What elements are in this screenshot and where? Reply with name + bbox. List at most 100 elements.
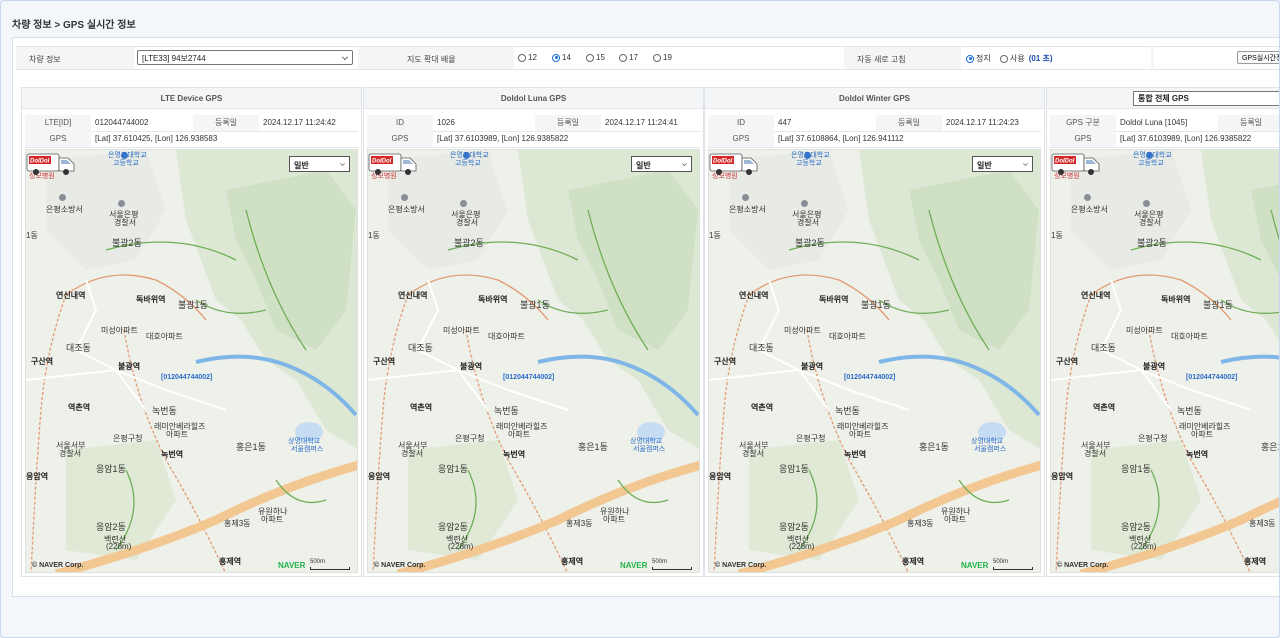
map-label-gusan: 구산역 xyxy=(1056,357,1079,366)
map-label-hongeun1: 홍은1동 xyxy=(1261,442,1279,452)
map-label-bulgwang1: 불광1동 xyxy=(520,300,550,310)
map-label-gusan: 구산역 xyxy=(31,357,54,366)
app-frame: 차량 정보 > GPS 실시간 정보 차량 정보 [LTE33] 94보2744… xyxy=(0,0,1280,638)
map-label-hongje: 홍제역 xyxy=(1244,557,1267,566)
map-label-eungam2: 응암2동 xyxy=(438,522,468,532)
truck-icon[interactable]: DolDol xyxy=(709,150,759,178)
truck-icon[interactable]: DolDol xyxy=(368,150,418,178)
map-label-yeonsinnae: 연신내역 xyxy=(56,291,86,300)
map-label-hongeun3: 홍제3동 xyxy=(907,519,934,528)
map-label-bulgwang2: 불광2동 xyxy=(795,238,825,248)
map-label-hongje: 홍제역 xyxy=(561,557,584,566)
gps-row: GPS [Lat] 37.610425, [Lon] 126.938583 xyxy=(25,131,358,148)
vehicle-select[interactable]: [LTE33] 94보2744 xyxy=(137,50,353,65)
map-copyright: © NAVER Corp. xyxy=(374,562,426,569)
naver-map[interactable]: 일반 적대제병원 성모병원 은명초대학교 고등학교 은평소방서 서울은평 경찰서… xyxy=(708,149,1041,573)
breadcrumb: 차량 정보 > GPS 실시간 정보 xyxy=(12,20,136,31)
map-label-eungam1: 응암1동 xyxy=(1121,464,1151,474)
chevron-down-icon xyxy=(1023,161,1028,166)
map-label-seobu2: 경찰서 xyxy=(59,449,82,458)
map-label-eunpyeong-office: 은평구청 xyxy=(1138,434,1168,443)
map-label-gusan: 구산역 xyxy=(714,357,737,366)
truck-icon[interactable]: DolDol xyxy=(1051,150,1101,178)
map-label-school2: 고등학교 xyxy=(1138,160,1164,167)
id-row: GPS 구분 Doldol Luna [1045] 등록일 xyxy=(1050,115,1279,132)
map-label-fire: 은평소방서 xyxy=(388,205,425,214)
map-copyright: © NAVER Corp. xyxy=(1057,562,1109,569)
gps-column-4: 통합 전체 GPS GPS 구분 Doldol Luna [1045] 등록일 … xyxy=(1046,87,1279,577)
fire-station-icon xyxy=(742,194,749,201)
date-value: 2024.12.17 11:24:42 xyxy=(263,118,336,127)
zoom-radio-15[interactable]: 15 xyxy=(586,53,605,62)
refresh-radio-stop[interactable]: 정지 xyxy=(966,53,991,64)
zoom-radio-19[interactable]: 19 xyxy=(653,53,672,62)
gps-label: GPS xyxy=(367,131,433,147)
map-label-daeho: 대호아파트 xyxy=(829,332,866,341)
truck-id-label: [012044744002] xyxy=(1186,374,1238,381)
map-type-select[interactable]: 일반 xyxy=(289,156,350,172)
map-label-eungam1: 응암1동 xyxy=(96,464,126,474)
chevron-down-icon xyxy=(342,54,348,60)
map-label-police2: 경찰서 xyxy=(114,218,137,227)
map-label-daejo: 대조동 xyxy=(1091,343,1116,353)
naver-map[interactable]: 일반 적대제병원 성모병원 은명초대학교 고등학교 은평소방서 서울은평 경찰서… xyxy=(1050,149,1279,573)
map-label-hongeun1: 홍은1동 xyxy=(919,442,949,452)
map-label-school2: 고등학교 xyxy=(796,160,822,167)
gps-label: GPS xyxy=(708,131,774,147)
police-icon xyxy=(118,200,125,207)
truck-id-label: [012044744002] xyxy=(844,374,896,381)
zoom-radio-12[interactable]: 12 xyxy=(518,53,537,62)
naver-map[interactable]: 일반 적대제병원 성모병원 은명초대학교 고등학교 은평소방서 서울은평 경찰서… xyxy=(367,149,700,573)
map-label-bulgwang: 불광역 xyxy=(801,362,824,371)
map-label-bulgwang2: 불광2동 xyxy=(454,238,484,248)
map-label-bulgwang2: 불광2동 xyxy=(1137,238,1167,248)
gps-realtime-button[interactable]: GPS실시간정보 xyxy=(1237,51,1279,64)
gps-row: GPS [Lat] 37.6103989, [Lon] 126.9385822 xyxy=(1050,131,1279,148)
map-label-hongje: 홍제역 xyxy=(902,557,925,566)
naver-map[interactable]: 일반 적대제병원 성모병원 은명초대학교 고등학교 은평소방서 서울은평 경찰서… xyxy=(25,149,358,573)
map-type-select[interactable]: 일반 xyxy=(631,156,692,172)
radio-checked-icon xyxy=(966,54,974,63)
zoom-radio-14[interactable]: 14 xyxy=(552,53,571,62)
map-label-bulgwang1: 불광1동 xyxy=(1203,300,1233,310)
gps-label: GPS xyxy=(1050,131,1116,147)
map-type-select[interactable]: 일반 xyxy=(972,156,1033,172)
map-label-daeho: 대호아파트 xyxy=(1171,332,1208,341)
map-label-daeho: 대호아파트 xyxy=(488,332,525,341)
id-row: LTE[ID] 012044744002 등록일 2024.12.17 11:2… xyxy=(25,115,358,132)
map-label-yeokchon-station: 응암역 xyxy=(1051,472,1074,481)
zoom-radio-17[interactable]: 17 xyxy=(619,53,638,62)
gps-source-select[interactable]: 통합 전체 GPS xyxy=(1133,91,1279,106)
map-label-nokbeon: 녹번역 xyxy=(844,450,867,459)
map-label-yeonsinnae: 연신내역 xyxy=(1081,291,1111,300)
map-label-hongeun1: 홍은1동 xyxy=(236,442,266,452)
map-label-bulgwang: 불광역 xyxy=(118,362,141,371)
map-label-yeokchon: 역촌역 xyxy=(68,403,91,412)
map-label-daejo: 대조동 xyxy=(749,343,774,353)
police-icon xyxy=(1143,200,1150,207)
gps-label: GPS xyxy=(25,131,91,147)
refresh-radio-use[interactable]: 사용 (01 초) xyxy=(1000,53,1053,64)
gps-grid: LTE Device GPS LTE[ID] 012044744002 등록일 … xyxy=(21,87,1279,577)
map-label-sangmyung2: 서울캠퍼스 xyxy=(974,446,1007,453)
naver-logo: NAVER xyxy=(278,561,306,570)
map-label-dokbawi: 독바위역 xyxy=(819,295,849,304)
map-copyright: © NAVER Corp. xyxy=(32,562,84,569)
map-label-il1dong: 1동 xyxy=(26,231,38,240)
id-value: 012044744002 xyxy=(95,118,149,127)
map-label-il1dong: 1동 xyxy=(368,231,380,240)
map-label-bulgwang: 불광역 xyxy=(460,362,483,371)
gps-row: GPS [Lat] 37.6103989, [Lon] 126.9385822 xyxy=(367,131,700,148)
id-value: 1026 xyxy=(437,118,455,127)
map-label-daejo: 대조동 xyxy=(408,343,433,353)
map-label-bulgwang: 불광역 xyxy=(1143,362,1166,371)
police-icon xyxy=(801,200,808,207)
truck-icon[interactable]: DolDol xyxy=(26,150,76,178)
map-copyright: © NAVER Corp. xyxy=(715,562,767,569)
map-label-miseong: 미성아파트 xyxy=(784,326,821,335)
date-label: 등록일 xyxy=(193,115,259,131)
id-label: LTE[ID] xyxy=(25,115,91,131)
map-label-sangmyung2: 서울캠퍼스 xyxy=(291,446,324,453)
map-label-hongje: 홍제역 xyxy=(219,557,242,566)
truck-brand: DolDol xyxy=(372,159,392,165)
